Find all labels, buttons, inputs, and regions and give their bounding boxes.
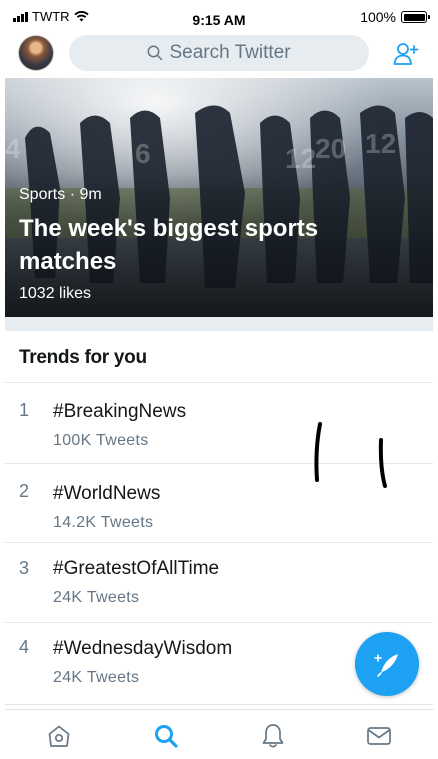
bottom-tab-bar [5, 709, 433, 759]
story-likes: 1032 likes [19, 285, 92, 302]
status-right: 100% [360, 9, 430, 25]
home-icon [48, 725, 70, 747]
battery-icon [401, 11, 430, 23]
battery-percent: 100% [360, 9, 396, 25]
story-title: The week's biggest sports matches [19, 215, 319, 275]
trend-tweet-count: 24K Tweets [53, 669, 140, 686]
trend-hashtag: #BreakingNews [53, 401, 187, 422]
trend-rank: 4 [19, 637, 30, 657]
tab-notifications[interactable] [258, 722, 288, 750]
add-user-icon[interactable] [393, 42, 419, 66]
trend-rank: 3 [19, 558, 30, 578]
top-bar: Search Twitter [5, 30, 433, 76]
notifications-icon [262, 724, 284, 748]
featured-story[interactable]: 46122012 Sports · 9m The week's biggest … [5, 78, 433, 317]
app-screen: TWTR 9:15 AM 100% Search Twitter Sports … [5, 0, 433, 759]
tab-search[interactable] [151, 722, 181, 750]
story-meta: Sports · 9m [19, 186, 102, 203]
messages-icon [367, 727, 391, 745]
status-bar: TWTR 9:15 AM 100% [5, 0, 433, 30]
trend-rank: 2 [19, 481, 30, 501]
section-divider [5, 317, 433, 331]
trends-heading: Trends for you [19, 347, 147, 368]
trends-header: Trends for you [5, 331, 433, 383]
trend-tweet-count: 24K Tweets [53, 589, 140, 606]
trend-tweet-count: 100K Tweets [53, 432, 149, 449]
pen-marks [314, 422, 387, 488]
trend-item-3[interactable]: 3 #GreatestOfAllTime 24K Tweets [5, 543, 433, 623]
compose-feather-icon [374, 654, 398, 677]
compose-tweet-button[interactable] [355, 632, 419, 696]
trend-tweet-count: 14.2K Tweets [53, 514, 154, 531]
trend-hashtag: #WorldNews [53, 483, 161, 504]
trend-hashtag: #WednesdayWisdom [53, 638, 233, 659]
tab-messages[interactable] [364, 722, 394, 750]
search-icon [155, 725, 178, 748]
tab-home[interactable] [44, 722, 74, 750]
search-icon [148, 45, 163, 61]
search-input[interactable]: Search Twitter [69, 35, 369, 71]
search-placeholder: Search Twitter [169, 42, 291, 63]
avatar[interactable] [18, 35, 54, 71]
trend-rank: 1 [19, 400, 30, 420]
trend-hashtag: #GreatestOfAllTime [53, 558, 220, 579]
